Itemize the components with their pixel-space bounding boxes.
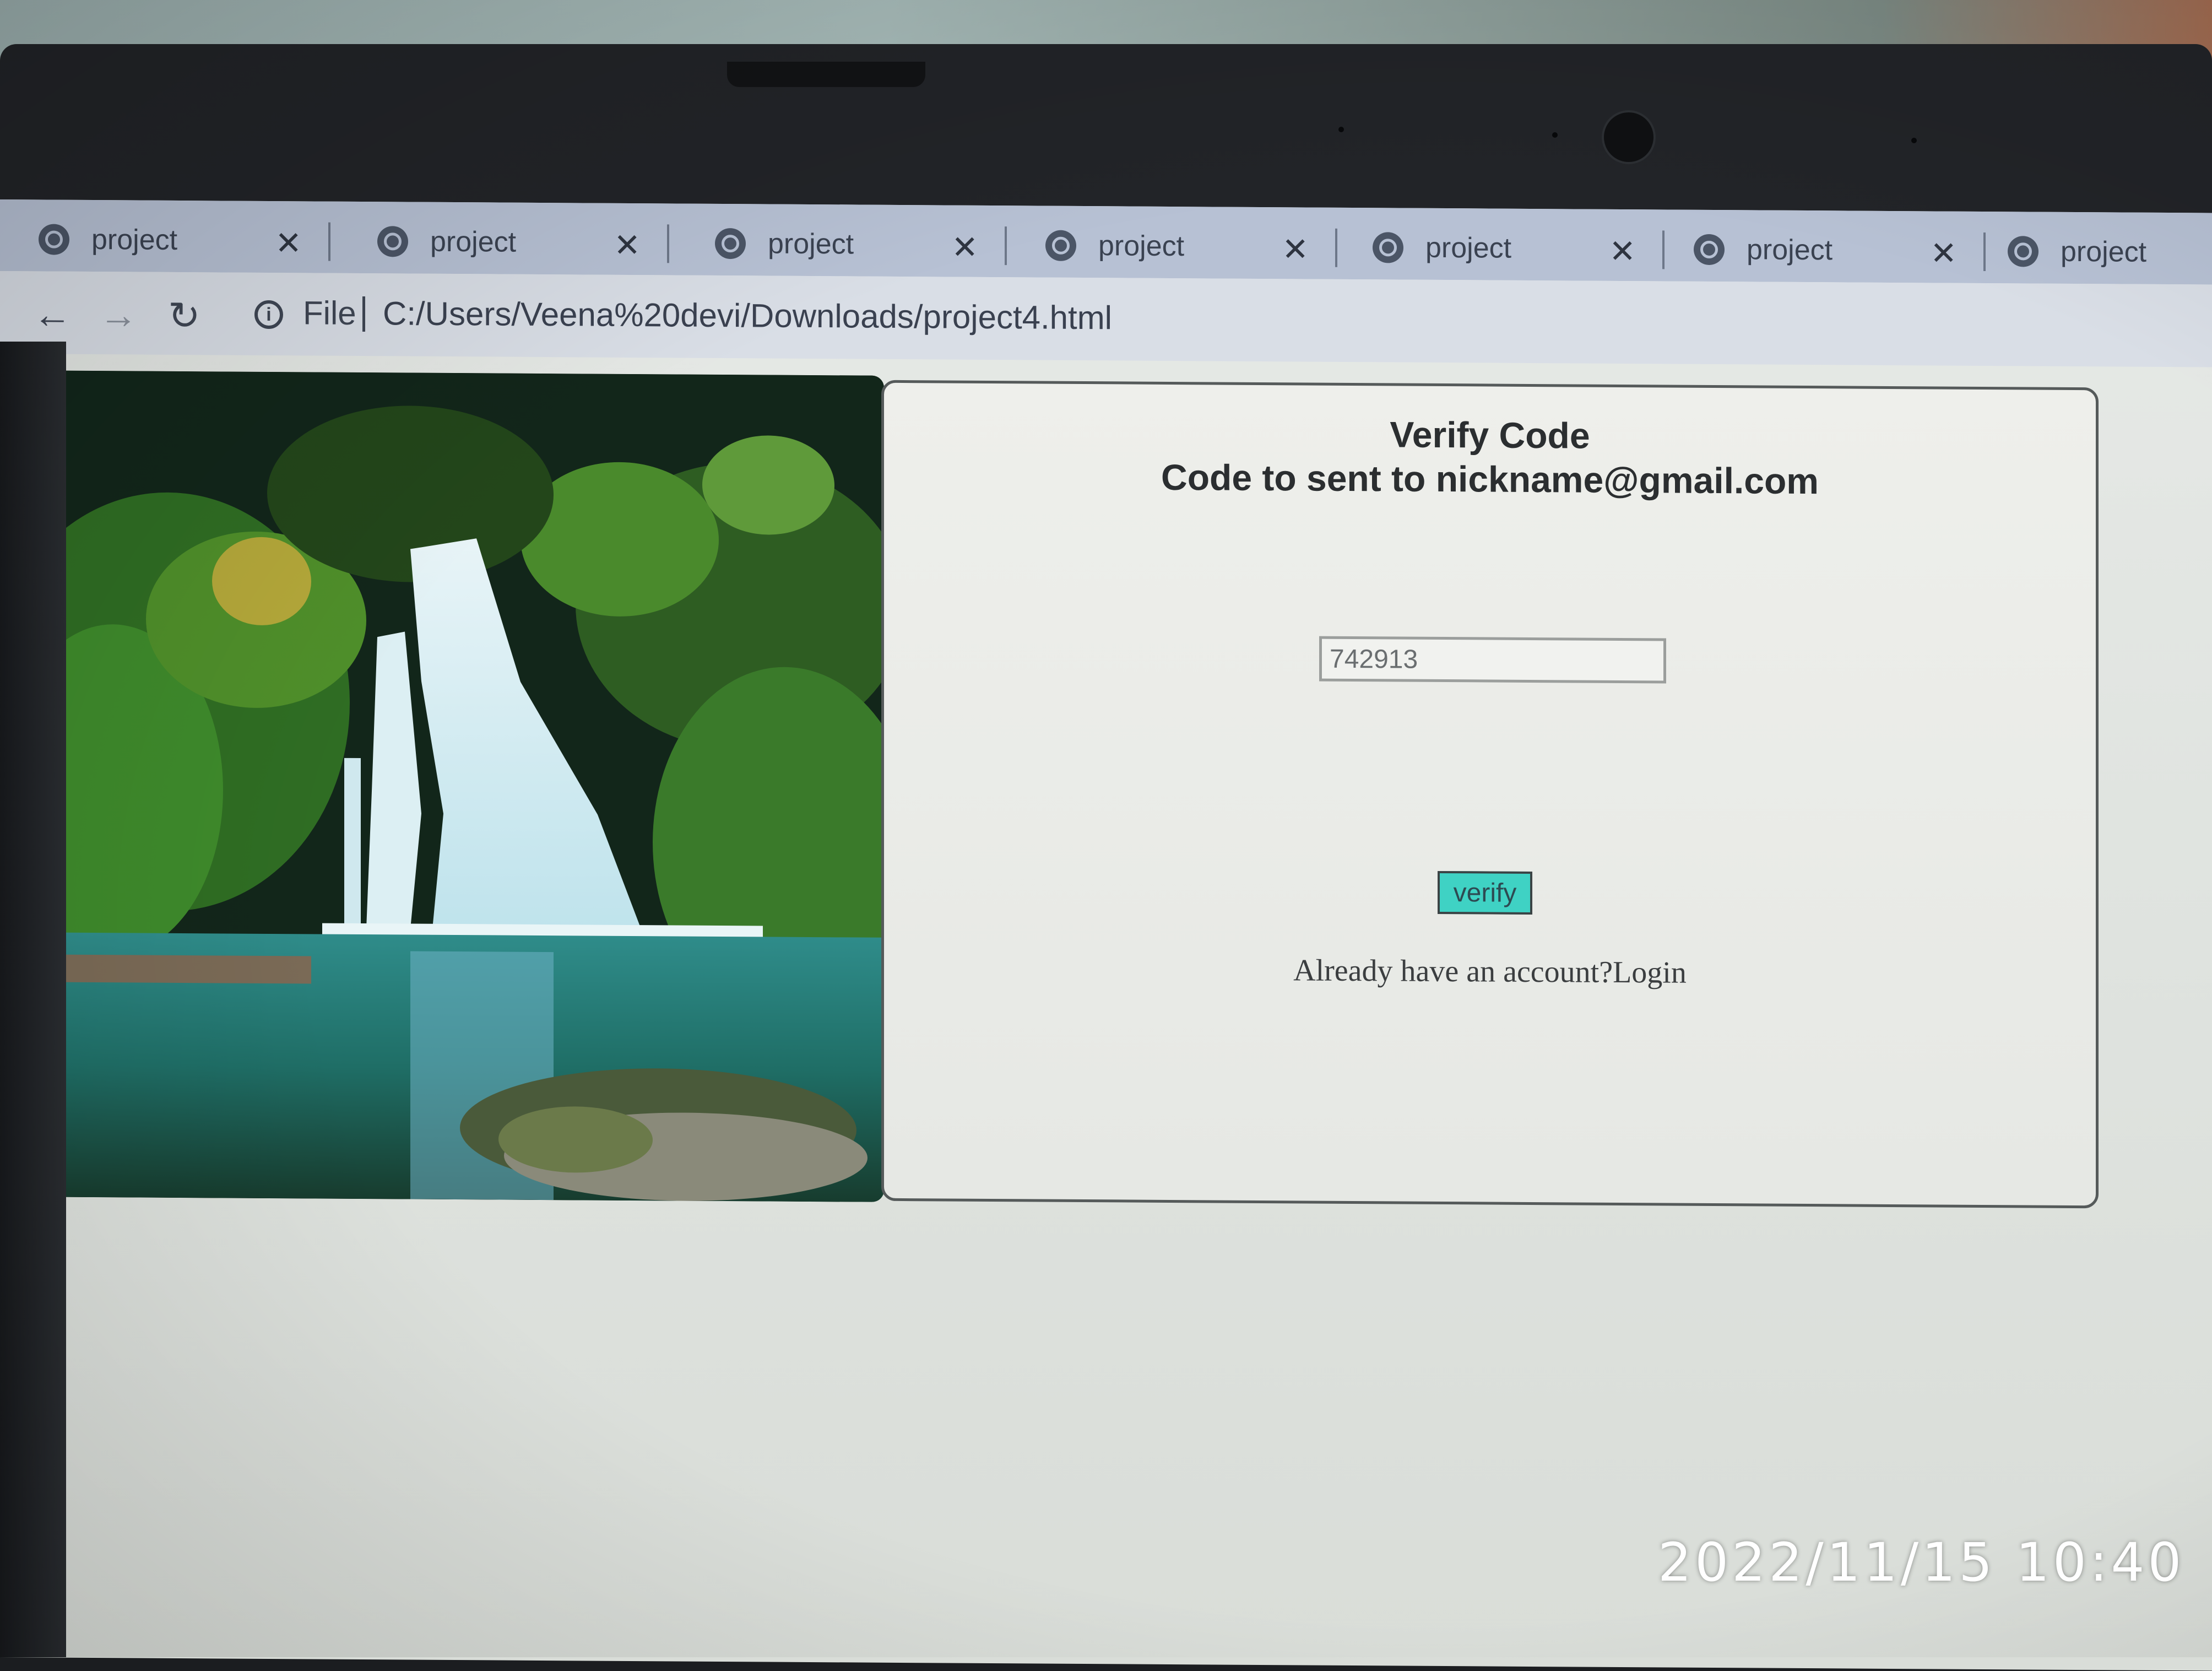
- reload-icon[interactable]: ↻: [168, 293, 200, 338]
- globe-icon: [1694, 234, 1725, 266]
- bezel-sensor: [1552, 132, 1558, 138]
- globe-icon: [2008, 236, 2038, 267]
- url-divider: [362, 296, 365, 332]
- globe-icon: [1045, 230, 1076, 261]
- tab-title: project: [91, 224, 178, 256]
- login-link[interactable]: Already have an account?Login: [1293, 953, 1687, 989]
- close-icon[interactable]: ✕: [614, 226, 641, 264]
- camera-timestamp: 2022/11/15 10:40: [1658, 1532, 2185, 1593]
- tab-title: project: [2061, 235, 2147, 268]
- tab-title: project: [1425, 231, 1512, 264]
- verify-button[interactable]: verify: [1438, 870, 1532, 915]
- close-icon[interactable]: ✕: [1930, 234, 1957, 272]
- address-bar[interactable]: C:/Users/Veena%20devi/Downloads/project4…: [383, 294, 1112, 337]
- browser-toolbar: ← → ↻ i File C:/Users/Veena%20devi/Downl…: [0, 271, 2212, 367]
- tab-title: project: [1747, 234, 1833, 267]
- page-title: Verify Code: [1390, 414, 1590, 456]
- forward-arrow-icon[interactable]: →: [99, 293, 138, 337]
- webcam: [1602, 110, 1656, 164]
- close-icon[interactable]: ✕: [275, 224, 302, 262]
- tab-title: project: [768, 228, 854, 261]
- tab-title: project: [430, 225, 517, 258]
- browser-tab[interactable]: project ✕: [1334, 219, 1665, 278]
- verify-card: Verify Code Code to sent to nickname@gma…: [881, 380, 2099, 1209]
- browser-tab[interactable]: project ✕: [0, 210, 330, 270]
- globe-icon: [377, 226, 408, 257]
- browser-tab[interactable]: project ✕: [1007, 217, 1337, 276]
- browser-tab[interactable]: project ✕: [1655, 220, 1986, 280]
- globe-icon: [715, 228, 746, 259]
- waterfall-illustration: [25, 370, 884, 1202]
- tab-title: project: [1098, 230, 1185, 263]
- close-icon[interactable]: ✕: [951, 229, 978, 266]
- globe-icon: [39, 224, 69, 255]
- back-arrow-icon[interactable]: ←: [33, 292, 72, 336]
- waterfall-image: [25, 370, 884, 1202]
- browser-tab[interactable]: project: [1969, 223, 2212, 282]
- page-subtitle: Code to sent to nickname@gmail.com: [1161, 456, 1819, 502]
- globe-icon: [1373, 232, 1403, 263]
- browser-tab[interactable]: project ✕: [676, 215, 1007, 274]
- bezel-notch: [727, 62, 925, 87]
- browser-tab[interactable]: project ✕: [339, 213, 669, 272]
- bezel-sensor: [1338, 127, 1344, 132]
- login-prompt: Already have an account?Login: [884, 950, 2096, 993]
- url-scheme-label: File: [303, 294, 356, 332]
- close-icon[interactable]: ✕: [1609, 232, 1636, 270]
- info-icon[interactable]: i: [254, 300, 283, 329]
- tab-separator: [667, 224, 669, 263]
- laptop-bezel-left: [0, 342, 66, 1657]
- close-icon[interactable]: ✕: [1282, 230, 1309, 268]
- browser-window: project ✕ project ✕ project ✕ project ✕ …: [0, 199, 2212, 1671]
- bezel-sensor: [1911, 138, 1917, 143]
- tab-separator: [328, 222, 330, 261]
- tab-strip: project ✕ project ✕ project ✕ project ✕ …: [0, 199, 2212, 285]
- verification-code-input[interactable]: [1319, 636, 1666, 684]
